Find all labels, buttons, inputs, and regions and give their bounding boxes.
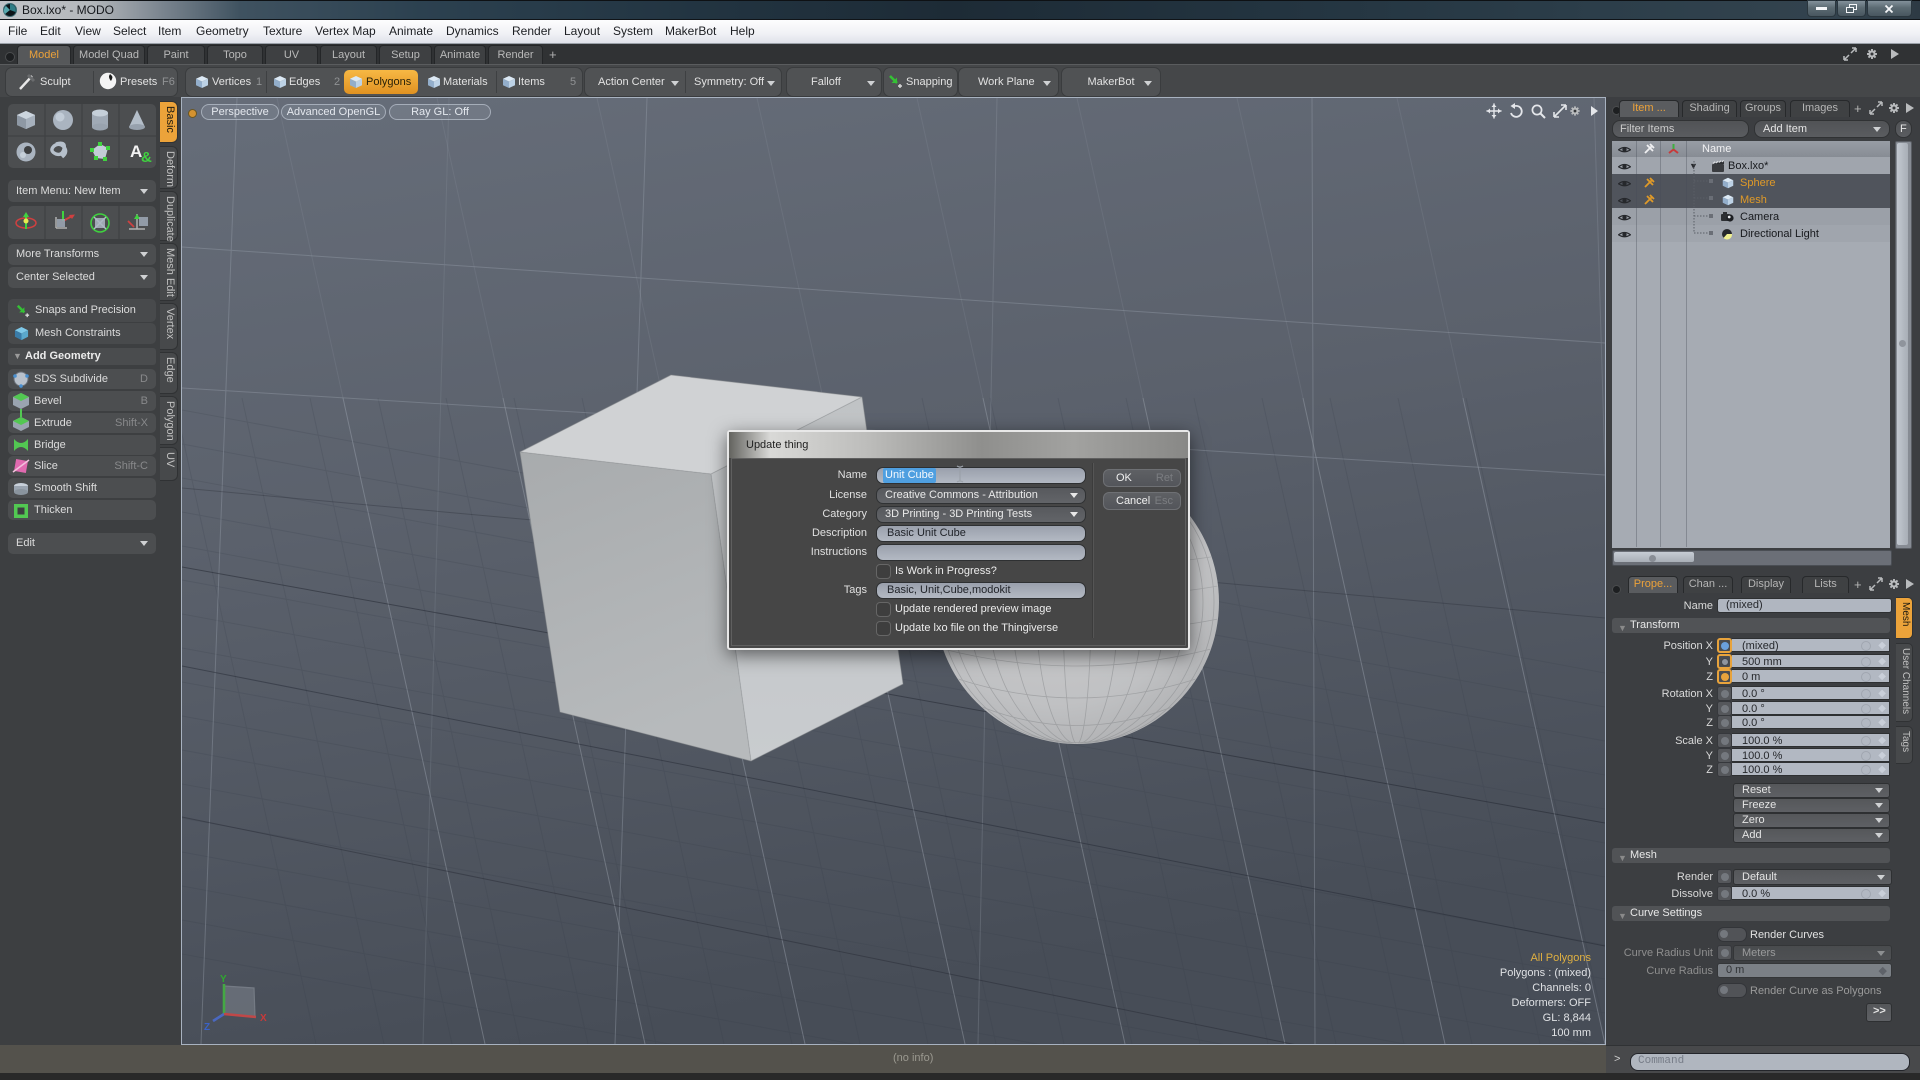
svg-text:Y: Y [220, 974, 227, 985]
svg-text:&: & [141, 149, 152, 166]
svg-text:X: X [260, 1013, 267, 1024]
svg-text:Z: Z [204, 1022, 210, 1033]
